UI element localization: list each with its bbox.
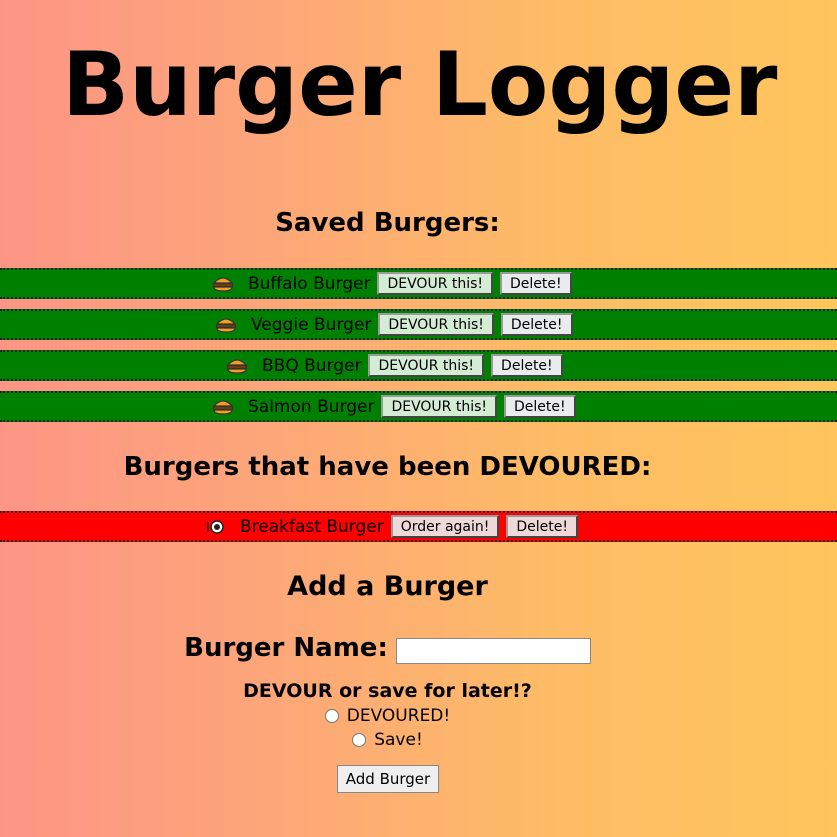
saved-burger-row: Buffalo Burger DEVOUR this! Delete! [0, 268, 837, 299]
burger-name: Breakfast Burger [240, 516, 384, 537]
devoured-radio-option[interactable]: DEVOURED! [0, 706, 775, 726]
delete-button[interactable]: Delete! [500, 272, 572, 295]
devour-button[interactable]: DEVOUR this! [381, 395, 497, 418]
burger-name-input[interactable] [395, 638, 591, 664]
saved-burger-row: Veggie Burger DEVOUR this! Delete! [0, 309, 837, 340]
devoured-radio-label: DEVOURED! [346, 706, 451, 726]
devour-button[interactable]: DEVOUR this! [378, 313, 494, 336]
burger-name: Veggie Burger [251, 314, 372, 335]
burger-name: BBQ Burger [262, 355, 362, 376]
burger-name: Salmon Burger [248, 396, 375, 417]
burger-name: Buffalo Burger [248, 273, 371, 294]
saved-burger-row: Salmon Burger DEVOUR this! Delete! [0, 391, 837, 422]
burger-icon [212, 275, 234, 293]
delete-button[interactable]: Delete! [504, 395, 576, 418]
devour-question: DEVOUR or save for later!? [243, 680, 532, 702]
saved-burger-row: BBQ Burger DEVOUR this! Delete! [0, 350, 837, 381]
devoured-burger-row: Breakfast Burger Order again! Delete! [0, 511, 837, 542]
burger-icon [212, 398, 234, 416]
add-burger-button[interactable]: Add Burger [337, 765, 439, 793]
delete-button[interactable]: Delete! [506, 515, 578, 538]
devoured-burgers-heading: Burgers that have been DEVOURED: [123, 452, 652, 482]
save-radio-option[interactable]: Save! [0, 730, 775, 750]
burger-name-row: Burger Name: [0, 632, 775, 664]
delete-button[interactable]: Delete! [500, 313, 573, 336]
devour-button[interactable]: DEVOUR this! [377, 272, 494, 295]
save-radio-label: Save! [374, 730, 423, 750]
devoured-radio[interactable] [324, 709, 339, 723]
devour-button[interactable]: DEVOUR this! [368, 354, 485, 377]
page-title: Burger Logger [62, 33, 778, 136]
burger-icon [226, 357, 248, 375]
order-again-button[interactable]: Order again! [390, 515, 500, 538]
delete-button[interactable]: Delete! [491, 354, 563, 377]
saved-burgers-heading: Saved Burgers: [275, 208, 500, 238]
burger-icon [215, 316, 237, 334]
burger-name-label: Burger Name: [184, 633, 388, 663]
add-burger-heading: Add a Burger [287, 571, 488, 602]
save-radio[interactable] [352, 733, 367, 747]
plate-icon [206, 519, 226, 535]
